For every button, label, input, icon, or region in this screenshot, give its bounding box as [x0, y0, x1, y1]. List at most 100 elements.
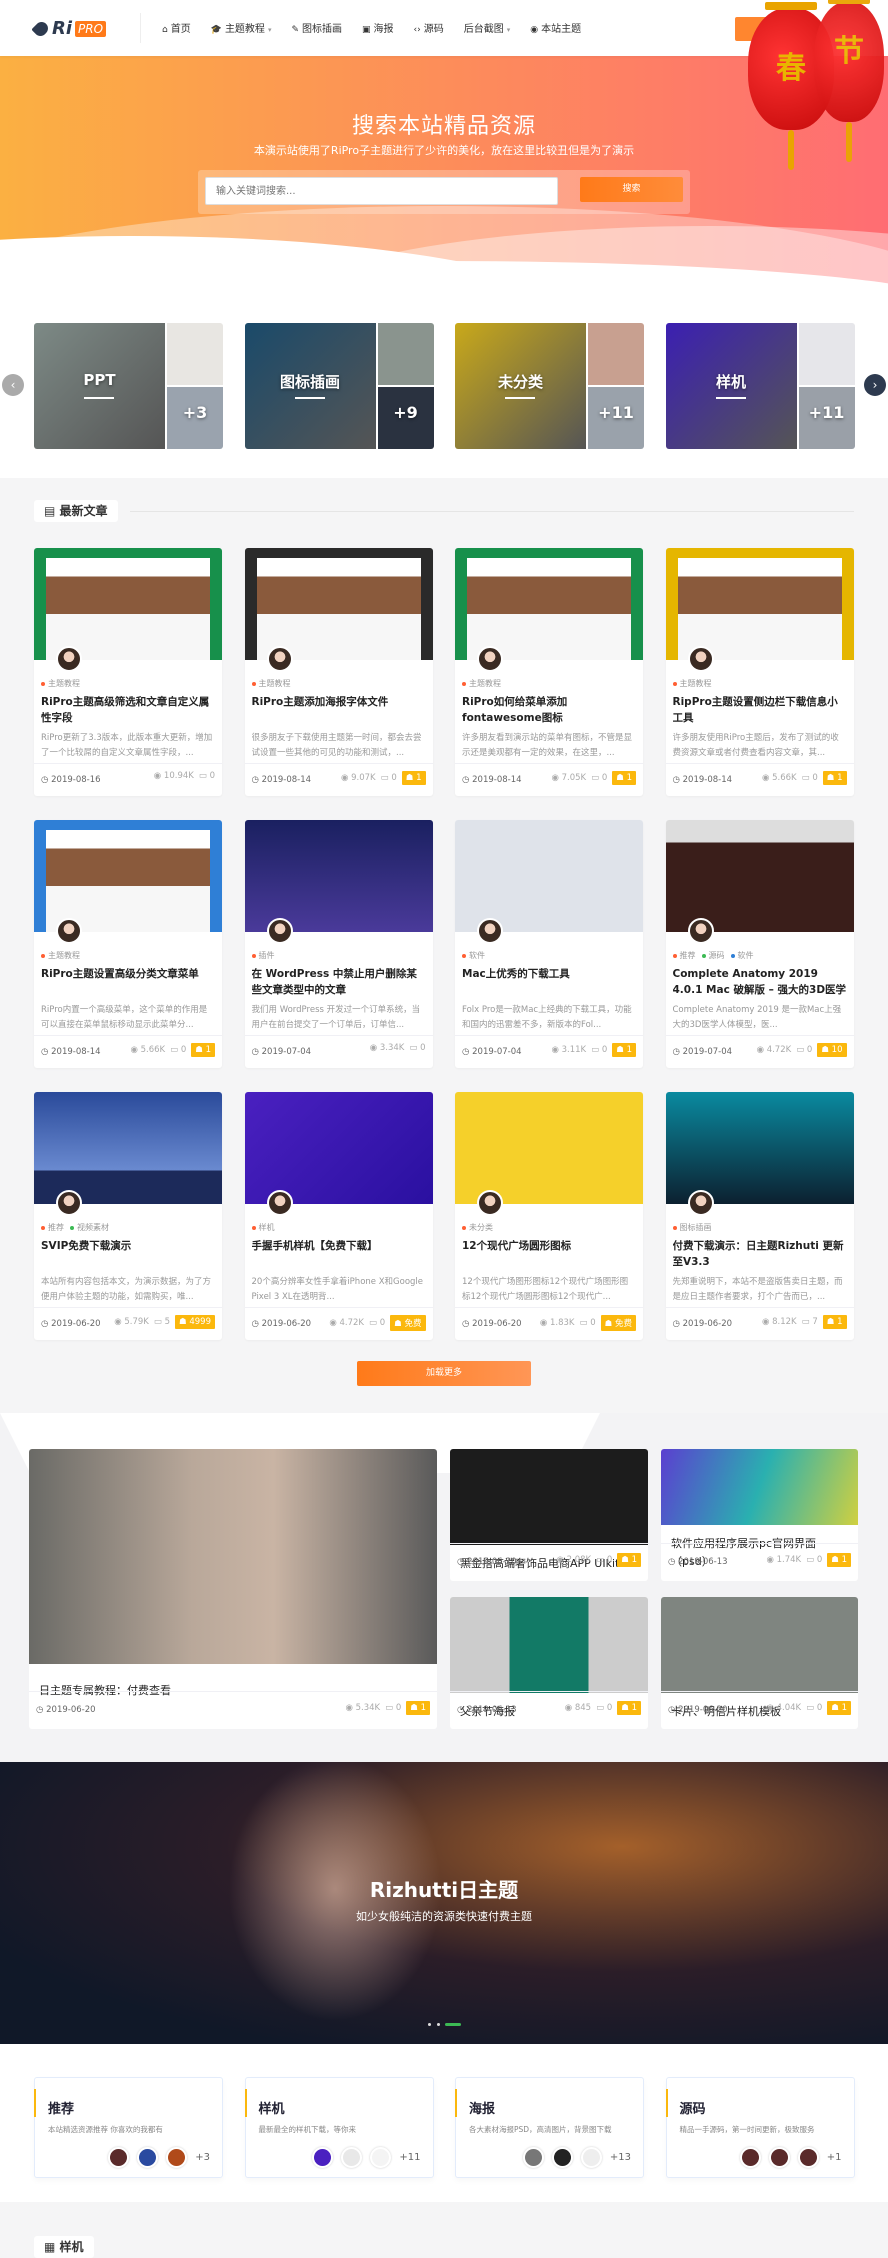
featured-thumbnail[interactable] — [450, 1597, 648, 1693]
topic-box[interactable]: 样机 最新最全的样机下载，等你来 +11 — [244, 2077, 434, 2178]
post-card[interactable]: 主题教程 RiPro主题高级筛选和文章自定义属性字段 RiPro更新了3.3版本，此… — [34, 548, 222, 796]
category-tile[interactable]: 图标插画 +9 — [244, 323, 434, 449]
post-card[interactable]: 图标插画 付费下载演示：日主题Rizhuti 更新至V3.3 先郑重说明下，本站不是… — [665, 1092, 854, 1340]
featured-thumbnail[interactable] — [661, 1449, 858, 1525]
featured-thumbnail[interactable] — [29, 1449, 437, 1664]
category-tile[interactable]: PPT +3 — [34, 323, 223, 449]
carousel-prev-button[interactable]: ‹ — [2, 374, 24, 396]
featured-post-card[interactable]: 卡片、明信片样机模板 ◷ 2019-06-20 ◉ 4.04K ▭ 0 ☗ 1 — [661, 1597, 858, 1729]
topic-thumb[interactable] — [108, 2147, 130, 2168]
category-link[interactable]: 主题教程 — [672, 678, 712, 689]
featured-thumbnail[interactable] — [661, 1597, 858, 1693]
category-link[interactable]: 推荐 — [41, 1222, 64, 1233]
post-title[interactable]: RiPro如何给菜单添加fontawesome图标 — [462, 694, 636, 726]
post-thumbnail[interactable] — [244, 1092, 433, 1204]
nav-item[interactable]: ‹› 源码 — [414, 20, 444, 35]
topic-box[interactable]: 推荐 本站精选资源推荐 你喜欢的我都有 +3 — [34, 2077, 223, 2178]
category-link[interactable]: 软件 — [730, 950, 754, 961]
post-title[interactable]: RiPro主题添加海报字体文件 — [252, 694, 426, 726]
topic-thumb[interactable] — [580, 2147, 602, 2168]
post-card[interactable]: 主题教程 RiPro主题设置高级分类文章菜单 RiPro内置一个高级菜单，这个菜单的… — [34, 820, 222, 1068]
category-link[interactable]: 源码 — [701, 950, 725, 961]
topic-box[interactable]: 源码 精品一手源码，第一时间更新，极致服务 +1 — [665, 2077, 855, 2178]
post-title[interactable]: Mac上优秀的下载工具 — [462, 966, 636, 998]
post-thumbnail[interactable] — [34, 1092, 222, 1204]
topic-thumb[interactable] — [551, 2147, 573, 2168]
post-thumbnail[interactable] — [665, 1092, 854, 1204]
category-link[interactable]: 主题教程 — [41, 678, 80, 689]
category-link[interactable]: 主题教程 — [41, 950, 80, 961]
post-title[interactable]: 12个现代广场圆形图标 — [462, 1238, 636, 1270]
post-card[interactable]: 样机 手握手机样机【免费下载】 20个高分辨率女性手拿着iPhone X和Googl… — [244, 1092, 433, 1340]
post-title[interactable]: RipPro主题设置侧边栏下载信息小工具 — [673, 694, 847, 726]
slider-dot[interactable] — [437, 2023, 440, 2026]
nav-item[interactable]: ✎ 图标插画 — [291, 20, 342, 35]
featured-thumbnail[interactable] — [450, 1449, 648, 1545]
author-avatar[interactable] — [266, 918, 293, 944]
topic-thumb[interactable] — [137, 2147, 159, 2168]
post-thumbnail[interactable] — [665, 548, 854, 660]
topic-thumb[interactable] — [797, 2147, 819, 2168]
category-link[interactable]: 推荐 — [672, 950, 696, 961]
post-title[interactable]: Complete Anatomy 2019 4.0.1 Mac 破解版 – 强大… — [673, 966, 847, 998]
author-avatar[interactable] — [266, 1190, 293, 1216]
topic-title[interactable]: 源码 — [680, 2098, 706, 2117]
post-thumbnail[interactable] — [455, 548, 643, 660]
site-logo[interactable]: Ri PRO — [31, 18, 107, 39]
author-avatar[interactable] — [687, 1190, 714, 1216]
post-title[interactable]: RiPro主题设置高级分类文章菜单 — [41, 966, 215, 998]
post-card[interactable]: 推荐 源码 软件 Complete Anatomy 2019 4.0.1 Mac 破解… — [665, 820, 854, 1068]
author-avatar[interactable] — [477, 646, 503, 672]
topic-thumb[interactable] — [370, 2147, 392, 2168]
featured-post-card[interactable]: 日主题专属教程：付费查看 ◷ 2019-06-20 ◉ 5.34K ▭ 0 ☗ 1 — [29, 1449, 437, 1729]
category-link[interactable]: 视频素材 — [70, 1222, 109, 1233]
featured-post-card[interactable]: 软件应用程序展示pc官网界面（psd） ◷ 2019-06-13 ◉ 1.74K ▭ … — [661, 1449, 858, 1581]
slider-dot[interactable] — [428, 2023, 431, 2026]
post-thumbnail[interactable] — [455, 820, 643, 932]
post-thumbnail[interactable] — [34, 548, 222, 660]
nav-item[interactable]: ⌂ 首页 — [162, 20, 191, 35]
search-button[interactable]: 搜索 — [580, 177, 683, 202]
category-link[interactable]: 主题教程 — [462, 678, 501, 689]
category-link[interactable]: 插件 — [251, 950, 275, 961]
nav-item[interactable]: 后台截图 ▾ — [464, 20, 511, 35]
topic-thumb[interactable] — [312, 2147, 334, 2168]
category-link[interactable]: 主题教程 — [251, 678, 291, 689]
nav-item[interactable]: ▣ 海报 — [362, 20, 394, 35]
post-title[interactable]: SVIP免费下载演示 — [41, 1238, 215, 1270]
post-card[interactable]: 软件 Mac上优秀的下载工具 Folx Pro是一款Mac上经典的下载工具，功能和国… — [455, 820, 643, 1068]
load-more-button[interactable]: 加载更多 — [357, 1361, 531, 1386]
topic-thumb[interactable] — [522, 2147, 544, 2168]
category-link[interactable]: 图标插画 — [672, 1222, 712, 1233]
post-card[interactable]: 推荐 视频素材 SVIP免费下载演示 本站所有内容包括本文，为演示数据，为了方便用户体… — [34, 1092, 222, 1340]
topic-thumb[interactable] — [341, 2147, 363, 2168]
post-thumbnail[interactable] — [665, 820, 854, 932]
category-link[interactable]: 未分类 — [462, 1222, 493, 1233]
topic-thumb[interactable] — [166, 2147, 188, 2168]
topic-thumb[interactable] — [768, 2147, 790, 2168]
search-input[interactable] — [205, 177, 558, 205]
post-card[interactable]: 主题教程 RiPro如何给菜单添加fontawesome图标 许多朋友看到演示站的菜… — [455, 548, 643, 796]
author-avatar[interactable] — [56, 646, 82, 672]
topic-thumb[interactable] — [739, 2147, 761, 2168]
nav-item[interactable]: 🎓 主题教程 ▾ — [211, 20, 272, 35]
post-title[interactable]: 手握手机样机【免费下载】 — [252, 1238, 426, 1270]
author-avatar[interactable] — [477, 1190, 503, 1216]
featured-post-card[interactable]: 黑金搭高端奢饰品电商APP UIkit ◷ 2019-06-20 ◉ 2.08K ▭ … — [450, 1449, 648, 1581]
featured-post-card[interactable]: 父亲节海报 ◷ 2019-06-13 ◉ 845 ▭ 0 ☗ 1 — [450, 1597, 648, 1729]
post-card[interactable]: 未分类 12个现代广场圆形图标 12个现代广场图形图标12个现代广场图形图标12个现… — [455, 1092, 643, 1340]
category-tile[interactable]: 样机 +11 — [665, 323, 855, 449]
category-link[interactable]: 软件 — [462, 950, 485, 961]
post-title[interactable]: 付费下载演示：日主题Rizhuti 更新至V3.3 — [673, 1238, 847, 1270]
topic-title[interactable]: 样机 — [259, 2098, 285, 2117]
post-card[interactable]: 插件在 WordPress 中禁止用户删除某些文章类型中的文章 我们用 WordP… — [244, 820, 433, 1068]
post-title[interactable]: RiPro主题高级筛选和文章自定义属性字段 — [41, 694, 215, 726]
author-avatar[interactable] — [266, 646, 293, 672]
author-avatar[interactable] — [687, 918, 714, 944]
post-thumbnail[interactable] — [244, 820, 433, 932]
author-avatar[interactable] — [477, 918, 503, 944]
post-card[interactable]: 主题教程 RipPro主题设置侧边栏下载信息小工具 许多朋友使用RiPro主题后，发… — [665, 548, 854, 796]
author-avatar[interactable] — [56, 1190, 82, 1216]
author-avatar[interactable] — [56, 918, 82, 944]
carousel-next-button[interactable]: › — [864, 374, 886, 396]
